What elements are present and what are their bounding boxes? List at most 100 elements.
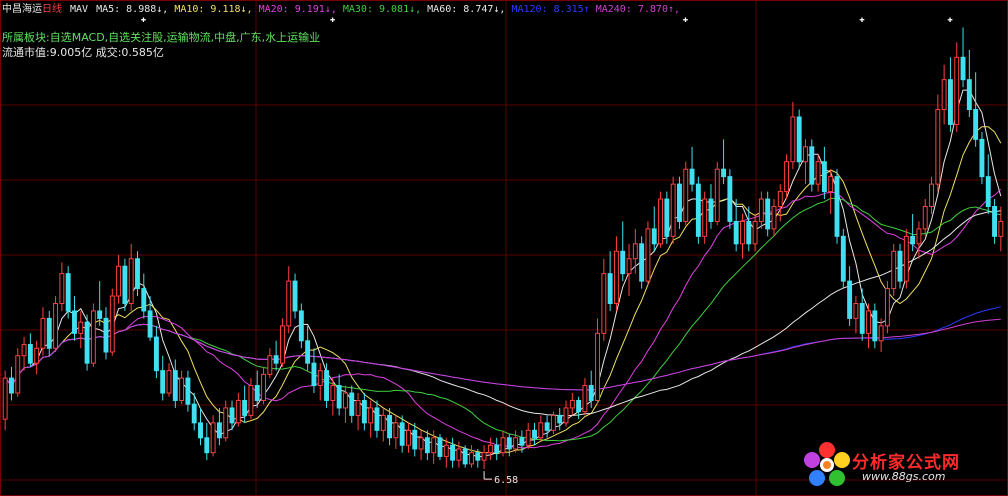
candle-body-up — [784, 161, 790, 193]
candle — [336, 374, 342, 416]
ma60-value: MA60: 8.747↓, — [427, 4, 506, 15]
candle — [721, 139, 727, 185]
candle — [973, 72, 979, 147]
candle-body-down — [242, 399, 248, 416]
candle — [374, 400, 380, 438]
candle — [809, 139, 815, 192]
candle — [506, 434, 512, 457]
candle-body-down — [72, 310, 77, 334]
candle-body-up — [393, 422, 399, 439]
candle — [8, 366, 14, 401]
candle — [544, 415, 550, 438]
candle-body-up — [550, 414, 556, 431]
candle — [550, 411, 556, 435]
candle — [355, 393, 361, 431]
candle-body-up — [342, 392, 348, 409]
candle — [935, 94, 941, 192]
candle-body-down — [475, 452, 481, 461]
candle-body-down — [65, 273, 71, 312]
candle — [538, 415, 544, 442]
indicator-name[interactable]: MAV — [70, 3, 88, 17]
candle — [481, 445, 487, 470]
candle-body-down — [185, 377, 191, 405]
candle — [777, 184, 783, 222]
candle-body-up — [380, 414, 386, 431]
candle-body-up — [90, 310, 96, 364]
candle — [563, 400, 569, 427]
event-marker-icon: ✚ — [859, 15, 865, 25]
candle-body-down — [966, 79, 972, 111]
sector-info: 所属板块:自选MACD,自选关注股,运输物流,中盘,广东,水上运输业 — [2, 31, 321, 44]
candle — [639, 236, 645, 289]
candle-body-up — [267, 355, 273, 375]
candle-body-up — [714, 168, 720, 222]
candle — [576, 396, 582, 420]
candle — [368, 400, 374, 438]
candle-body-down — [557, 414, 563, 424]
candle — [695, 176, 701, 244]
candle-body-up — [828, 176, 834, 193]
candle-body-up — [235, 399, 241, 424]
candle-body-down — [387, 414, 393, 439]
candle-body-down — [727, 176, 733, 222]
candle — [708, 184, 714, 229]
candle — [651, 206, 657, 252]
candle — [494, 437, 500, 461]
candle — [683, 161, 689, 226]
candle — [103, 307, 109, 360]
candle-body-up — [777, 191, 783, 208]
candle-body-down — [374, 407, 380, 431]
candle — [702, 191, 708, 244]
candle — [878, 318, 884, 352]
candle-body-down — [97, 310, 103, 319]
candle-body-down — [46, 317, 52, 349]
candle-body-down — [544, 422, 550, 431]
candle-body-up — [645, 228, 651, 282]
candle-body-up — [128, 258, 134, 304]
candle — [286, 266, 292, 334]
candle — [960, 27, 966, 88]
candle — [790, 102, 796, 170]
candle-body-up — [368, 407, 374, 424]
candle-body-up — [935, 109, 941, 185]
candle — [469, 445, 474, 468]
candle — [771, 199, 777, 237]
candle — [65, 266, 71, 319]
kline-chart-panel[interactable]: 6.58✚✚✚✚✚✚✚✚ 中昌海运 日线 MAV MA5: 8.988↓, MA… — [0, 0, 1008, 496]
candlestick-chart[interactable]: 6.58✚✚✚✚✚✚✚✚ — [0, 0, 1008, 496]
candle — [626, 243, 632, 297]
candle-body-down — [305, 340, 311, 364]
candle-body-up — [632, 243, 638, 260]
candle-body-down — [84, 321, 90, 364]
ma5-value: MA5: 8.988↓, — [96, 4, 169, 15]
period-label[interactable]: 日线 — [42, 3, 62, 17]
candle — [172, 359, 178, 408]
candle-body-up — [525, 429, 531, 446]
candle-body-down — [651, 228, 657, 245]
candle-body-down — [216, 422, 222, 439]
candle — [676, 176, 682, 229]
candle-body-down — [147, 310, 153, 338]
candle-body-down — [664, 198, 670, 237]
candle-body-down — [676, 183, 682, 222]
candle-body-down — [859, 302, 865, 334]
candle-body-down — [172, 370, 178, 401]
candle — [116, 255, 122, 304]
candle-body-up — [998, 220, 1004, 237]
candle-body-down — [809, 146, 815, 185]
candle — [393, 415, 399, 449]
candle — [859, 288, 865, 341]
candle — [97, 281, 103, 326]
candle-body-down — [141, 288, 147, 312]
candle — [46, 310, 52, 356]
candle — [714, 161, 720, 226]
candle-body-up — [954, 56, 960, 125]
candle — [966, 49, 972, 117]
candle — [815, 154, 821, 192]
candle-body-up — [261, 373, 266, 401]
candle-body-up — [500, 437, 506, 454]
candle-body-down — [689, 168, 695, 185]
ma20-value: MA20: 9.191↓, — [258, 4, 337, 15]
candle — [765, 191, 771, 237]
candle-body-up — [355, 399, 361, 416]
